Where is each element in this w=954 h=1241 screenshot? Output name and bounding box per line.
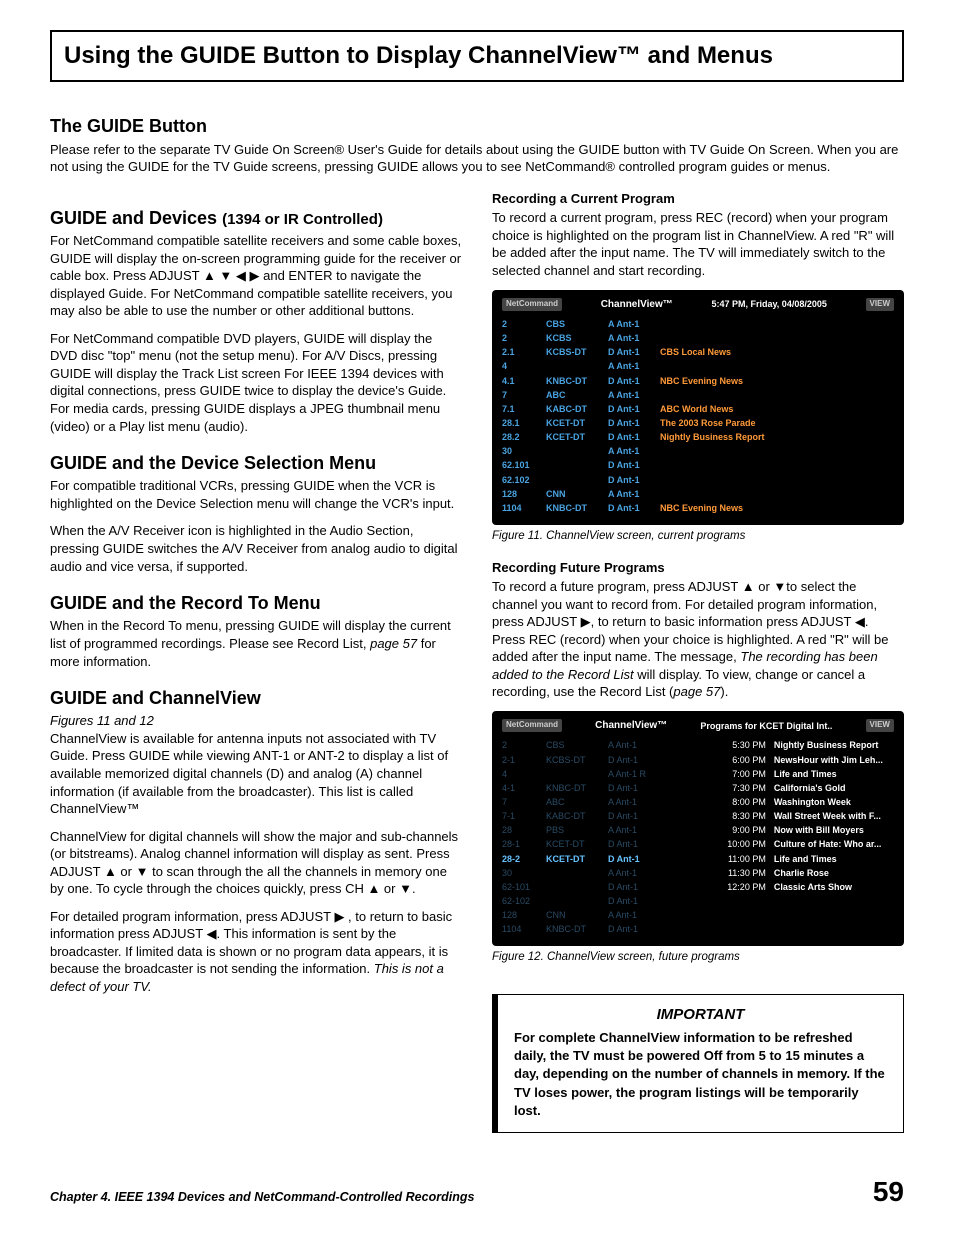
channelview-row: 128CNNA Ant-1 [502,908,706,922]
arrow-up-icon: ▲ [742,579,755,594]
guide-record-p1: When in the Record To menu, pressing GUI… [50,617,462,670]
program-row: 12:20 PMClassic Arts Show [714,880,894,894]
channelview-row: 4.1KNBC-DTD Ant-1NBC Evening News [502,374,894,388]
guide-devices-p2: For NetCommand compatible DVD players, G… [50,330,462,435]
guide-cv-heading: GUIDE and ChannelView [50,686,462,710]
channelview-row: 30A Ant-1 [502,444,894,458]
channelview-row: 128CNNA Ant-1 [502,487,894,501]
program-row: 10:00 PMCulture of Hate: Who ar... [714,837,894,851]
page-title: Using the GUIDE Button to Display Channe… [50,30,904,82]
channelview-row: 4-1KNBC-DTD Ant-1 [502,781,706,795]
program-row: 6:00 PMNewsHour with Jim Leh... [714,753,894,767]
arrow-down-icon: ▼ [773,579,786,594]
program-row: 8:30 PMWall Street Week with F... [714,809,894,823]
channelview-row: 7ABCA Ant-1 [502,795,706,809]
channelview-row: 2CBSA Ant-1 [502,317,894,331]
program-row: 7:00 PMLife and Times [714,767,894,781]
footer-page-number: 59 [873,1173,904,1211]
program-row: 11:30 PMCharlie Rose [714,866,894,880]
guide-cv-figref: Figures 11 and 12 [50,712,462,730]
figure-11-caption: Figure 11. ChannelView screen, current p… [492,529,904,545]
program-row: 7:30 PMCalifornia's Gold [714,781,894,795]
important-title: IMPORTANT [514,1005,887,1025]
important-body: For complete ChannelView information to … [514,1029,887,1120]
channelview-row: 28-1KCET-DTD Ant-1 [502,837,706,851]
arrow-right-icon: ▶ [581,614,591,629]
rec-current-body: To record a current program, press REC (… [492,209,904,279]
channelview-row: 28.1KCET-DTD Ant-1The 2003 Rose Parade [502,416,894,430]
guide-devsel-p2: When the A/V Receiver icon is highlighte… [50,522,462,575]
rec-future-body: To record a future program, press ADJUST… [492,578,904,701]
view-badge: VIEW [866,298,894,311]
arrow-left-icon: ◀ [855,614,865,629]
rec-current-heading: Recording a Current Program [492,190,904,208]
arrow-all-icon: ▲ ▼ ◀ ▶ [203,268,260,283]
arrow-left-icon: ◀ [207,926,217,941]
channelview-row: 28PBSA Ant-1 [502,823,706,837]
program-row: 8:00 PMWashington Week [714,795,894,809]
channelview-row: 2-1KCBS-DTD Ant-1 [502,753,706,767]
channelview-row: 62-102D Ant-1 [502,894,706,908]
guide-cv-p3: For detailed program information, press … [50,908,462,996]
program-row: 9:00 PMNow with Bill Moyers [714,823,894,837]
intro-body: Please refer to the separate TV Guide On… [50,141,904,176]
channelview-row: 7-1KABC-DTD Ant-1 [502,809,706,823]
channelview-row: 4A Ant-1 [502,359,894,373]
guide-devsel-p1: For compatible traditional VCRs, pressin… [50,477,462,512]
arrow-updown-icon: ▲ or ▼ [104,864,149,879]
channelview-row: 30A Ant-1 [502,866,706,880]
arrow-right-icon: ▶ [334,909,344,924]
channelview-row: 4A Ant-1 R [502,767,706,781]
guide-devices-p1: For NetCommand compatible satellite rece… [50,232,462,320]
figure-12-caption: Figure 12. ChannelView screen, future pr… [492,950,904,966]
channelview-row: 62.102D Ant-1 [502,473,894,487]
channelview-row: 28.2KCET-DTD Ant-1Nightly Business Repor… [502,430,894,444]
view-badge: VIEW [866,719,894,732]
channelview-row: 62-101D Ant-1 [502,880,706,894]
guide-devsel-heading: GUIDE and the Device Selection Menu [50,451,462,475]
channelview-row: 2KCBSA Ant-1 [502,331,894,345]
footer-chapter: Chapter 4. IEEE 1394 Devices and NetComm… [50,1189,474,1206]
program-row: 11:00 PMLife and Times [714,852,894,866]
channelview-row: 2.1KCBS-DTD Ant-1CBS Local News [502,345,894,359]
program-row: 5:30 PMNightly Business Report [714,738,894,752]
important-box: IMPORTANT For complete ChannelView infor… [492,994,904,1133]
intro-heading: The GUIDE Button [50,114,904,138]
channelview-row: 28-2KCET-DTD Ant-1 [502,852,706,866]
channelview-row: 1104KNBC-DTD Ant-1NBC Evening News [502,501,894,515]
guide-record-heading: GUIDE and the Record To Menu [50,591,462,615]
guide-cv-p2: ChannelView for digital channels will sh… [50,828,462,898]
arrow-updown-icon: ▲ or ▼ [367,881,412,896]
channelview-row: 62.101D Ant-1 [502,458,894,472]
netcommand-badge: NetCommand [502,719,562,732]
figure-11-channelview: NetCommand ChannelView™ 5:47 PM, Friday,… [492,290,904,525]
netcommand-badge: NetCommand [502,298,562,311]
guide-cv-p1: ChannelView is available for antenna inp… [50,730,462,818]
channelview-row: 7ABCA Ant-1 [502,388,894,402]
channelview-row: 7.1KABC-DTD Ant-1ABC World News [502,402,894,416]
guide-devices-heading: GUIDE and Devices (1394 or IR Controlled… [50,206,462,230]
channelview-row: 1104KNBC-DTD Ant-1 [502,922,706,936]
channelview-row: 2CBSA Ant-1 [502,738,706,752]
figure-12-channelview: NetCommand ChannelView™ Programs for KCE… [492,711,904,946]
rec-future-heading: Recording Future Programs [492,559,904,577]
